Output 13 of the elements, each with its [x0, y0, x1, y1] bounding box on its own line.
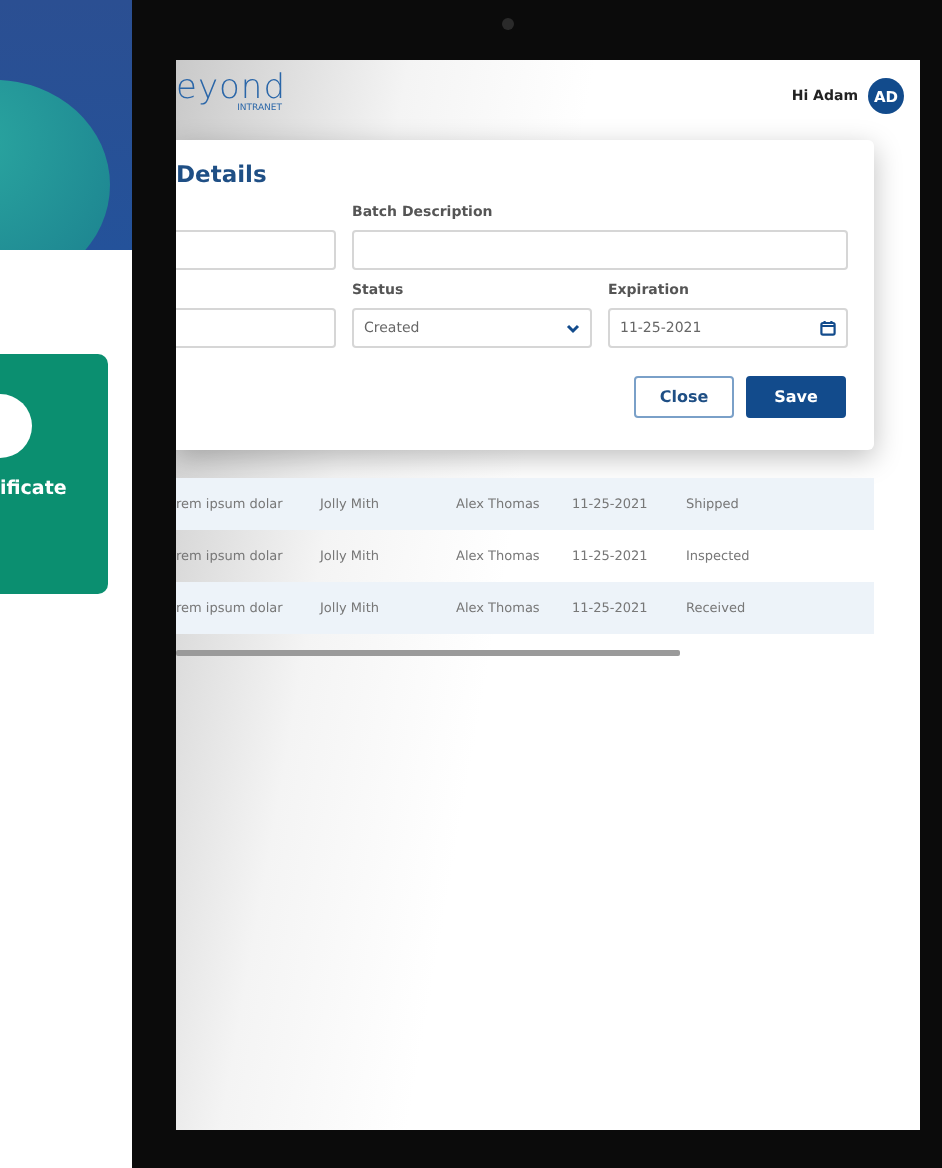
input-field[interactable]: [176, 308, 336, 348]
close-button[interactable]: Close: [634, 376, 734, 418]
save-button[interactable]: Save: [746, 376, 846, 418]
logo-text: eyond: [176, 72, 286, 106]
input-field[interactable]: [352, 230, 848, 270]
dialog-title: Details: [176, 160, 269, 188]
certificate-card[interactable]: ificate: [0, 354, 108, 594]
input-field[interactable]: [176, 230, 336, 270]
card-label: ificate: [0, 478, 67, 500]
chevron-down-icon: [566, 323, 580, 333]
camera-icon: [502, 18, 514, 30]
calendar-icon: [820, 320, 836, 336]
scrollbar[interactable]: [176, 650, 680, 656]
